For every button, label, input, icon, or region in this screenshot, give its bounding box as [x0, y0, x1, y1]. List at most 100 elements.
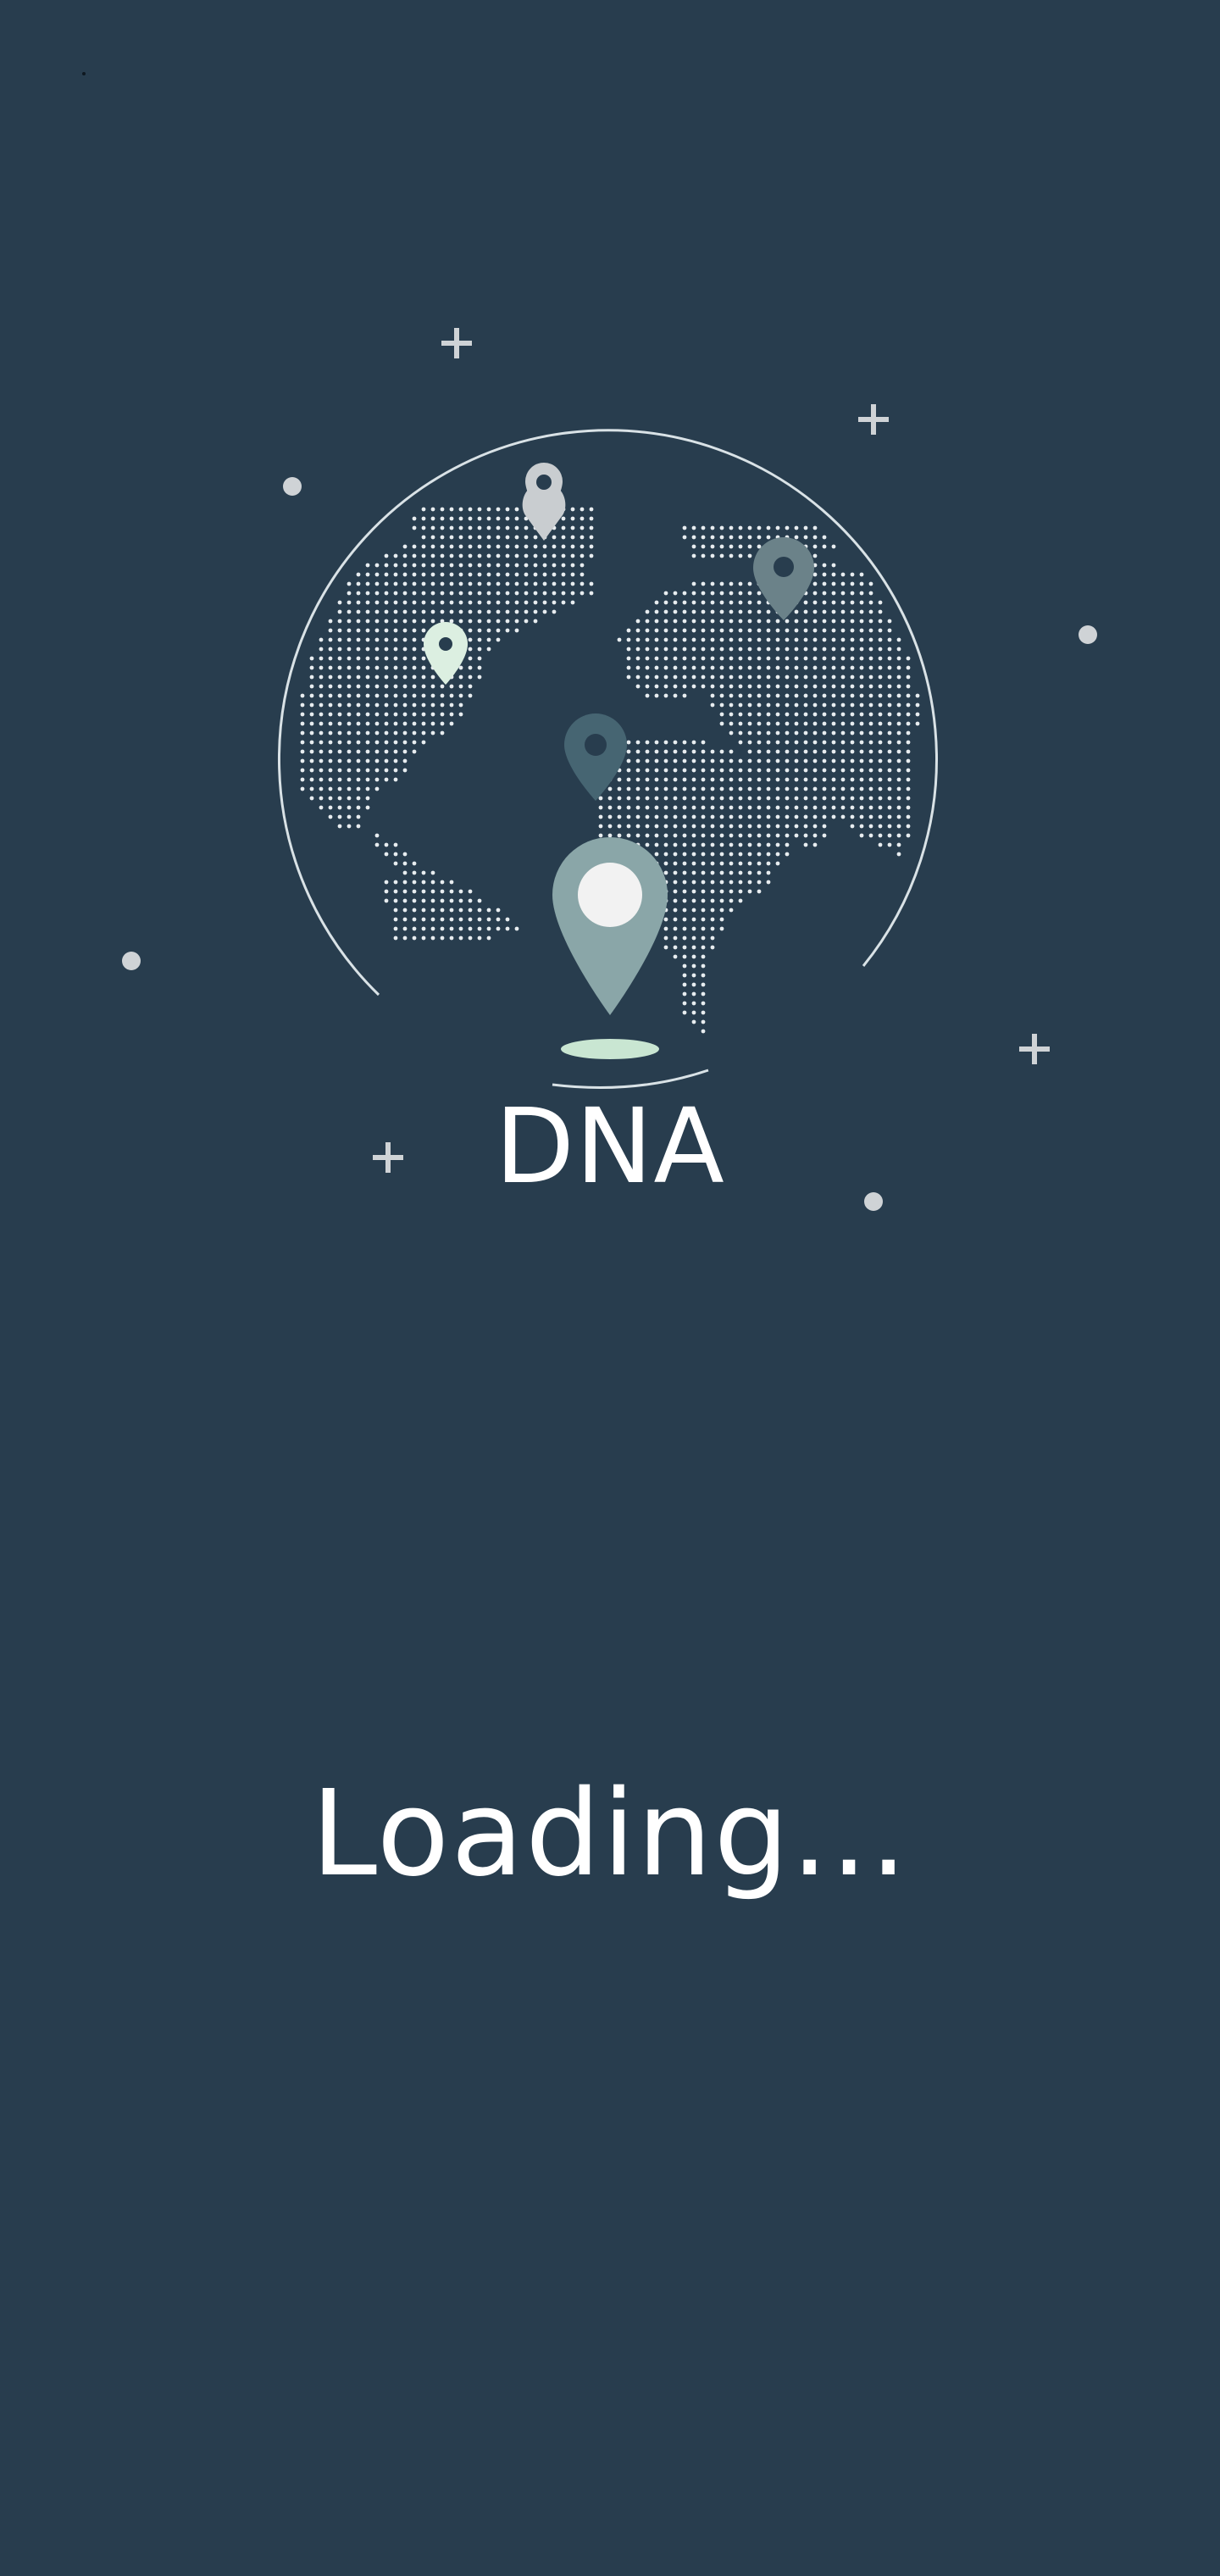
map-dot	[440, 544, 445, 549]
map-dot	[393, 880, 398, 885]
map-dot	[645, 777, 650, 782]
map-dot	[645, 637, 650, 642]
map-dot	[766, 833, 771, 838]
map-dot	[747, 675, 752, 680]
map-dot	[794, 749, 799, 754]
map-dot	[673, 768, 678, 773]
map-dot	[747, 768, 752, 773]
map-dot	[402, 861, 408, 866]
map-dot	[747, 600, 752, 605]
map-dot	[701, 926, 706, 931]
map-dot	[663, 758, 668, 763]
map-dot	[524, 553, 529, 558]
map-dot	[710, 945, 715, 950]
map-dot	[896, 824, 901, 829]
map-dot	[859, 591, 864, 596]
map-dot	[701, 544, 706, 549]
map-dot	[691, 777, 696, 782]
map-dot	[794, 665, 799, 670]
map-dot	[356, 749, 361, 754]
map-dot	[365, 609, 370, 614]
map-dot	[421, 908, 426, 913]
map-dot	[701, 833, 706, 838]
map-dot	[701, 898, 706, 903]
map-dot	[682, 535, 687, 540]
map-dot	[878, 675, 883, 680]
map-dot	[840, 684, 846, 689]
map-dot	[691, 684, 696, 689]
map-dot	[496, 581, 501, 586]
map-dot	[486, 935, 491, 941]
map-dot	[477, 665, 482, 670]
map-dot	[859, 665, 864, 670]
map-dot	[337, 628, 342, 633]
map-dot	[719, 805, 724, 810]
map-dot	[300, 721, 305, 726]
map-dot	[328, 749, 333, 754]
map-dot	[374, 619, 380, 624]
map-dot	[663, 926, 668, 931]
map-dot	[496, 917, 501, 922]
map-dot	[887, 647, 892, 652]
map-dot	[757, 535, 762, 540]
map-dot	[607, 833, 613, 838]
map-dot	[766, 619, 771, 624]
map-dot	[822, 740, 827, 745]
map-dot	[626, 786, 631, 791]
map-dot	[496, 637, 501, 642]
map-dot	[691, 917, 696, 922]
map-dot	[393, 581, 398, 586]
map-dot	[682, 656, 687, 661]
map-dot	[505, 609, 510, 614]
map-dot	[896, 852, 901, 857]
map-dot	[645, 833, 650, 838]
map-dot	[524, 619, 529, 624]
map-dot	[747, 628, 752, 633]
map-dot	[449, 507, 454, 512]
map-dot	[710, 870, 715, 875]
map-dot	[673, 591, 678, 596]
map-dot	[607, 824, 613, 829]
map-dot	[486, 507, 491, 512]
map-dot	[486, 535, 491, 540]
map-dot	[374, 684, 380, 689]
map-dot	[626, 814, 631, 819]
map-dot	[738, 591, 743, 596]
map-dot	[775, 665, 780, 670]
map-dot	[421, 535, 426, 540]
map-dot	[347, 712, 352, 717]
map-dot	[402, 926, 408, 931]
map-dot	[850, 758, 855, 763]
map-dot	[701, 880, 706, 885]
map-dot	[896, 805, 901, 810]
map-dot	[887, 824, 892, 829]
map-dot	[691, 908, 696, 913]
map-dot	[477, 600, 482, 605]
map-dot	[906, 702, 911, 708]
map-dot	[374, 730, 380, 736]
map-dot	[887, 768, 892, 773]
map-dot	[850, 721, 855, 726]
map-dot	[505, 600, 510, 605]
map-dot	[859, 796, 864, 801]
map-dot	[412, 749, 417, 754]
map-dot	[393, 852, 398, 857]
map-dot	[896, 740, 901, 745]
map-dot	[421, 702, 426, 708]
map-dot	[449, 702, 454, 708]
map-dot	[468, 926, 473, 931]
map-dot	[719, 814, 724, 819]
map-dot	[840, 796, 846, 801]
map-dot	[831, 712, 836, 717]
map-dot	[719, 656, 724, 661]
map-dot	[878, 758, 883, 763]
map-dot	[440, 553, 445, 558]
map-dot	[859, 814, 864, 819]
map-dot	[468, 628, 473, 633]
map-dot	[514, 544, 519, 549]
map-dot	[673, 908, 678, 913]
map-dot	[868, 721, 873, 726]
map-dot	[468, 908, 473, 913]
map-dot	[887, 786, 892, 791]
map-dot	[337, 702, 342, 708]
